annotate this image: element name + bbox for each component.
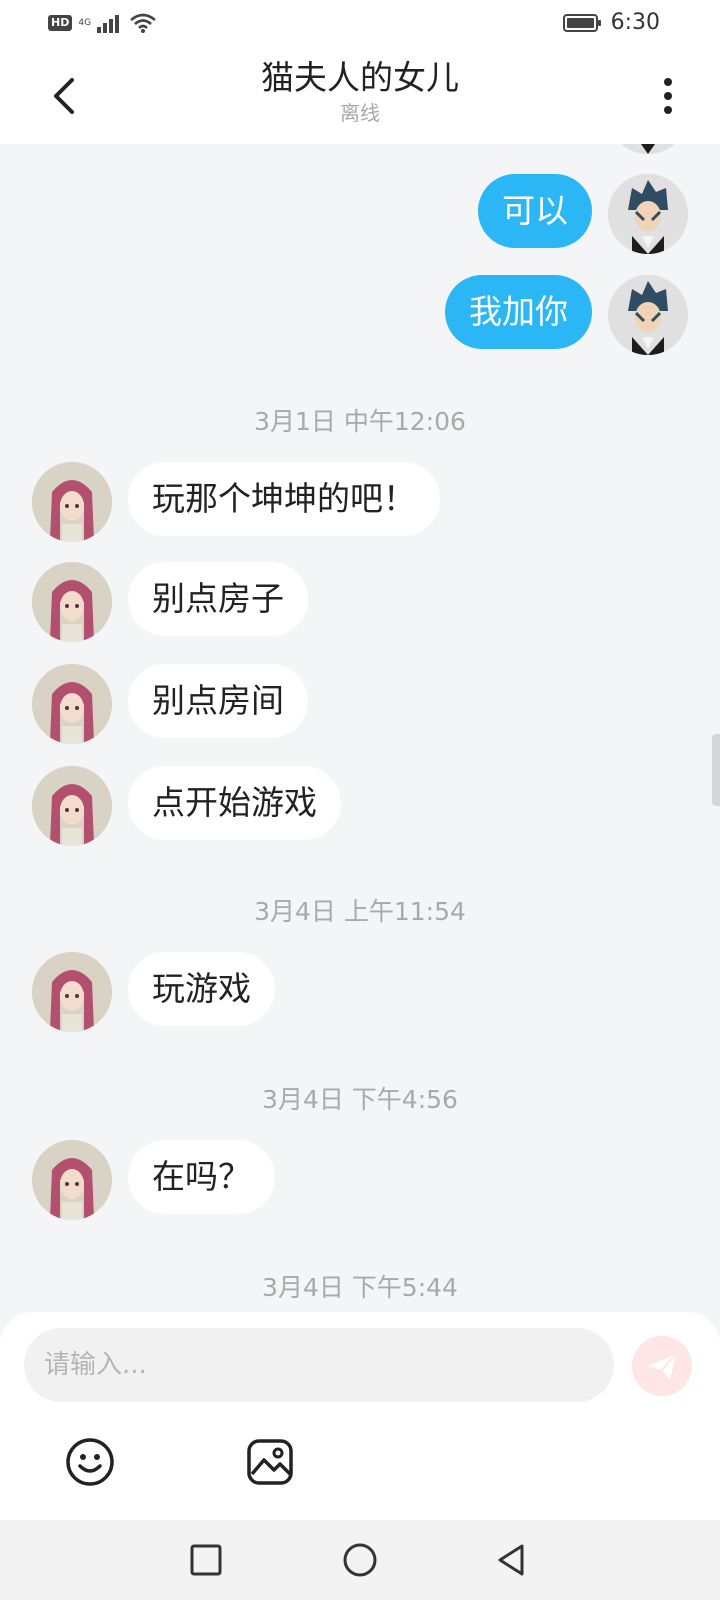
message-bubble[interactable]: 可以 bbox=[478, 174, 592, 248]
home-icon[interactable] bbox=[338, 1538, 382, 1582]
message-row-me: 我加你 bbox=[0, 275, 720, 355]
scrollbar-thumb[interactable] bbox=[712, 734, 720, 806]
avatar-them[interactable] bbox=[32, 664, 112, 744]
contact-name: 猫夫人的女儿 bbox=[261, 58, 459, 97]
timestamp: 3月4日 下午5:44 bbox=[262, 1273, 458, 1302]
message-input-wrap[interactable] bbox=[24, 1328, 614, 1402]
title-block: 猫夫人的女儿 离线 bbox=[0, 56, 720, 126]
chat-header: 猫夫人的女儿 离线 bbox=[0, 48, 720, 144]
avatar-them[interactable] bbox=[32, 952, 112, 1032]
avatar-me[interactable] bbox=[608, 275, 688, 355]
message-bubble[interactable]: 玩游戏 bbox=[128, 952, 275, 1026]
avatar-them[interactable] bbox=[32, 562, 112, 642]
message-row-them: 别点房子 bbox=[0, 562, 720, 642]
status-bar: HD 4G 6:30 bbox=[0, 0, 720, 48]
message-bubble[interactable]: 我加你 bbox=[445, 275, 592, 349]
send-button[interactable] bbox=[632, 1336, 692, 1396]
message-row-them: 在吗？ bbox=[0, 1140, 720, 1220]
back-triangle-icon[interactable] bbox=[490, 1538, 534, 1582]
message-row-them: 玩游戏 bbox=[0, 952, 720, 1032]
message-row-them: 点开始游戏 bbox=[0, 766, 720, 846]
avatar-them[interactable] bbox=[32, 462, 112, 542]
message-bubble[interactable]: 点开始游戏 bbox=[128, 766, 341, 840]
image-icon[interactable] bbox=[244, 1436, 296, 1488]
message-bubble[interactable]: 别点房间 bbox=[128, 664, 308, 738]
message-row-me: 可以 bbox=[0, 174, 720, 254]
avatar-them[interactable] bbox=[32, 1140, 112, 1220]
avatar-them[interactable] bbox=[32, 766, 112, 846]
timestamp: 3月4日 下午4:56 bbox=[262, 1085, 458, 1114]
timestamp: 3月4日 上午11:54 bbox=[254, 897, 466, 926]
message-row-them: 别点房间 bbox=[0, 664, 720, 744]
system-nav-bar bbox=[0, 1520, 720, 1600]
avatar-me[interactable] bbox=[608, 174, 688, 254]
clock: 6:30 bbox=[610, 10, 660, 35]
emoji-icon[interactable] bbox=[64, 1436, 116, 1488]
contact-status: 离线 bbox=[340, 101, 380, 125]
message-composer bbox=[0, 1312, 720, 1520]
message-input[interactable] bbox=[24, 1328, 604, 1402]
message-row-them: 玩那个坤坤的吧！ bbox=[0, 462, 720, 542]
avatar-me-partial bbox=[608, 144, 688, 154]
signal-icon bbox=[97, 15, 120, 33]
status-right: 6:30 bbox=[562, 10, 660, 35]
timestamp: 3月1日 中午12:06 bbox=[254, 407, 466, 436]
message-bubble[interactable]: 别点房子 bbox=[128, 562, 308, 636]
status-indicators: HD 4G bbox=[48, 12, 157, 34]
message-bubble[interactable]: 在吗？ bbox=[128, 1140, 275, 1214]
recent-apps-icon[interactable] bbox=[184, 1538, 228, 1582]
wifi-icon bbox=[130, 13, 156, 33]
battery-icon bbox=[562, 13, 601, 32]
more-options-icon[interactable] bbox=[656, 76, 680, 116]
message-list[interactable]: 可以 我加你 3月1日 中午12:06 玩那个坤坤的吧！ 别点房子 别点房间 点… bbox=[0, 144, 720, 1312]
hd-badge: HD bbox=[48, 15, 73, 31]
send-icon bbox=[648, 1353, 677, 1380]
message-bubble[interactable]: 玩那个坤坤的吧！ bbox=[128, 462, 440, 536]
network-type: 4G bbox=[78, 17, 92, 28]
